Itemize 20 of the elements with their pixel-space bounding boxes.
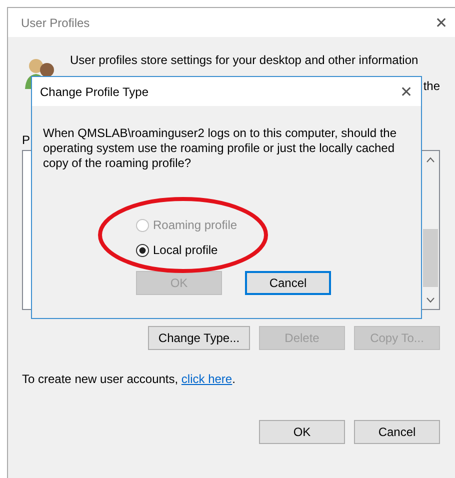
action-button[interactable]: Change Type... bbox=[148, 326, 250, 350]
scroll-down-icon[interactable] bbox=[426, 297, 435, 303]
option-label: Roaming profile bbox=[153, 218, 238, 232]
scroll-up-icon[interactable] bbox=[426, 157, 435, 163]
dialog-message: When QMSLAB\roaminguser2 logs on to this computer, should the operating system use the roaming profile or just the locally cached copy of the roaming profile? bbox=[43, 126, 398, 171]
click-here-link[interactable]: click here bbox=[181, 372, 232, 386]
description-text: the bbox=[423, 79, 440, 93]
list-label: P bbox=[22, 133, 30, 147]
radio-button[interactable] bbox=[136, 244, 149, 256]
dialog-button[interactable]: Cancel bbox=[354, 420, 440, 444]
dialog-title: Change Profile Type bbox=[40, 84, 149, 98]
dialog-button[interactable]: OK bbox=[259, 420, 345, 444]
dialog-button[interactable]: Cancel bbox=[245, 271, 331, 295]
close-button[interactable]: ✕ bbox=[435, 14, 448, 32]
window-title: User Profiles bbox=[21, 16, 90, 30]
description-text: User profiles store settings for your desktop and other information bbox=[70, 53, 418, 67]
scrollbar[interactable] bbox=[422, 151, 439, 309]
create-account-text: To create new user accounts, click here. bbox=[22, 372, 236, 386]
option-label: Local profile bbox=[153, 243, 218, 257]
close-button[interactable]: ✕ bbox=[400, 82, 413, 100]
